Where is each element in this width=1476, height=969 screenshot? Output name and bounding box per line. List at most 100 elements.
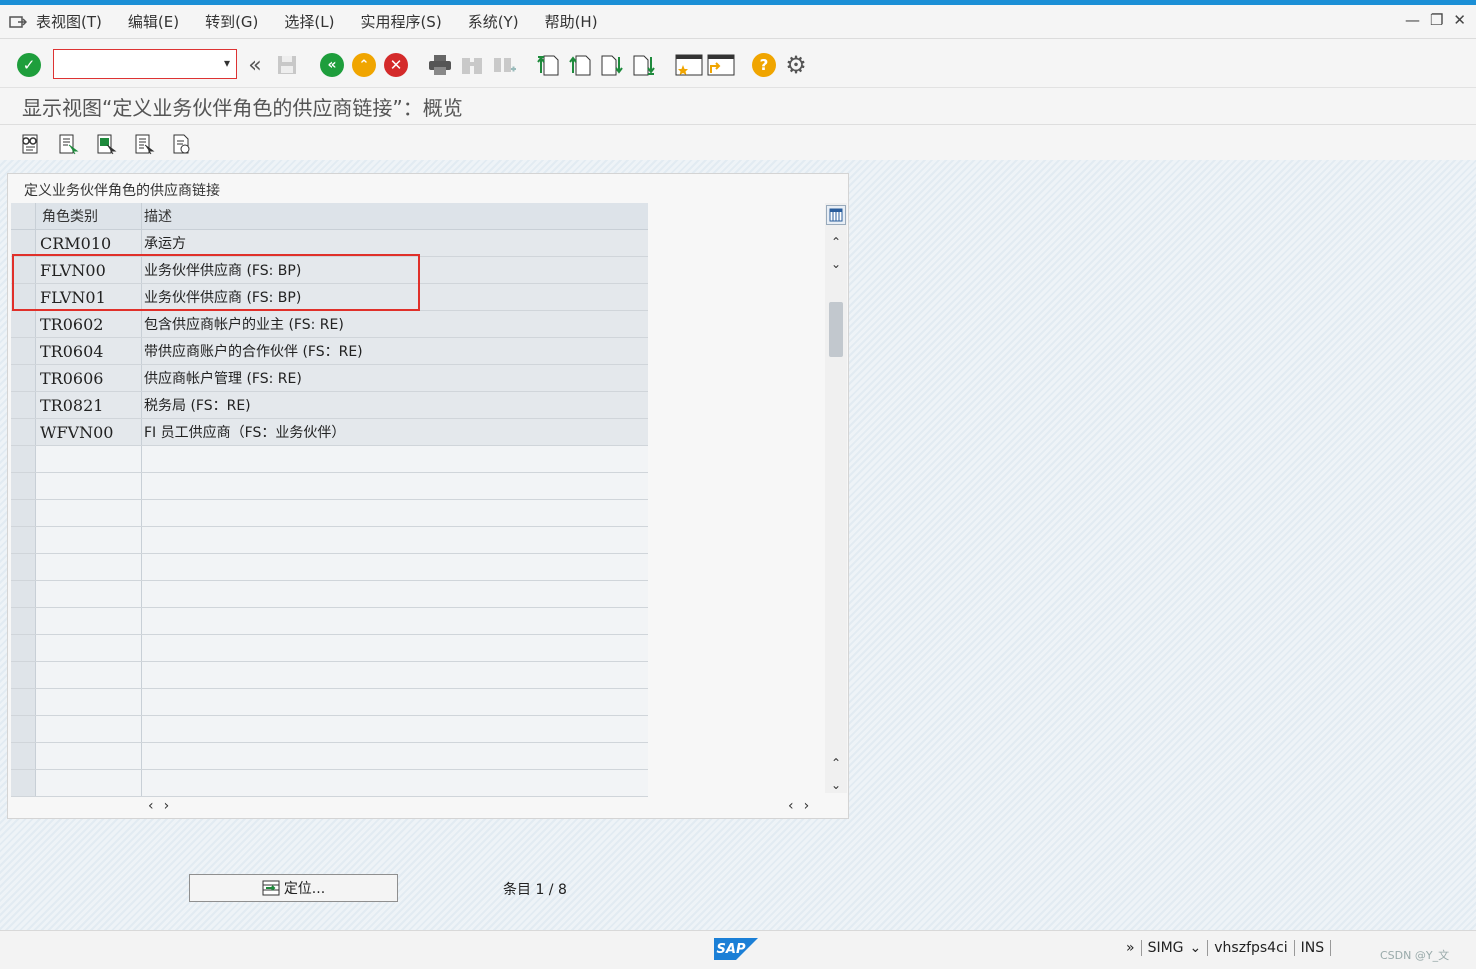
cell-description[interactable]: 承运方 xyxy=(142,230,648,256)
scroll-up-icon[interactable]: ⌃ xyxy=(829,235,843,249)
vertical-scrollbar[interactable]: ⌃ ⌄ ⌃ ⌄ xyxy=(825,203,847,793)
empty-table-row xyxy=(11,662,648,689)
scroll-down-icon[interactable]: ⌄ xyxy=(829,257,843,271)
table-row[interactable]: TR0604 带供应商账户的合作伙伴 (FS：RE) xyxy=(11,338,648,365)
find-button[interactable] xyxy=(459,52,485,78)
scroll-left-icon[interactable]: ‹ xyxy=(148,798,154,814)
close-button[interactable]: ✕ xyxy=(1453,11,1466,29)
scroll-right-icon[interactable]: › xyxy=(804,798,810,814)
menu-toggle-icon[interactable] xyxy=(0,5,36,39)
help-button[interactable]: ? xyxy=(751,52,777,78)
print-list-button[interactable] xyxy=(170,132,194,156)
empty-table-row xyxy=(11,608,648,635)
locate-button[interactable]: 定位... xyxy=(189,874,398,902)
menu-item[interactable]: 实用程序(S) xyxy=(360,11,441,32)
table-row[interactable]: WFVN00 FI 员工供应商（FS：业务伙伴） xyxy=(11,419,648,446)
standard-toolbar: ✓ ▾ « « ⌃ ✕ ? ⚙ xyxy=(0,40,1476,88)
column-header-role-category[interactable]: 角色类别 xyxy=(36,203,142,229)
table-header: 角色类别 描述 xyxy=(11,203,648,230)
scroll-page-up-icon[interactable]: ⌃ xyxy=(829,756,843,770)
cell-role-category[interactable]: TR0606 xyxy=(36,365,142,391)
cell-role-category[interactable]: WFVN00 xyxy=(36,419,142,445)
next-page-button[interactable] xyxy=(599,52,625,78)
cell-role-category[interactable]: FLVN00 xyxy=(36,257,142,283)
cell-description[interactable]: 带供应商账户的合作伙伴 (FS：RE) xyxy=(142,338,648,364)
scroll-left-icon[interactable]: ‹ xyxy=(788,798,794,814)
cell-description[interactable]: 业务伙伴供应商 (FS: BP) xyxy=(142,284,648,310)
menu-bar: 表视图(T) 编辑(E) 转到(G) 选择(L) 实用程序(S) 系统(Y) 帮助(H) —… xyxy=(0,5,1476,39)
print-button[interactable] xyxy=(427,52,453,78)
table-settings-button[interactable] xyxy=(826,205,846,225)
cell-description[interactable]: 税务局 (FS：RE) xyxy=(142,392,648,418)
cell-role-category[interactable]: TR0821 xyxy=(36,392,142,418)
menu-item[interactable]: 系统(Y) xyxy=(468,11,519,32)
row-selector[interactable] xyxy=(11,419,36,445)
exit-button[interactable]: ⌃ xyxy=(351,52,377,78)
table-row[interactable]: CRM010 承运方 xyxy=(11,230,648,257)
select-block-button[interactable] xyxy=(94,132,118,156)
previous-page-button[interactable] xyxy=(567,52,593,78)
cell-role-category[interactable]: TR0602 xyxy=(36,311,142,337)
menu-item[interactable]: 表视图(T) xyxy=(36,11,102,32)
select-all-column-header[interactable] xyxy=(11,203,36,229)
command-field[interactable]: ▾ xyxy=(53,49,237,79)
scroll-right-icon[interactable]: › xyxy=(164,798,170,814)
menu-item[interactable]: 编辑(E) xyxy=(128,11,179,32)
new-session-button[interactable] xyxy=(674,52,704,78)
cell-role-category[interactable]: CRM010 xyxy=(36,230,142,256)
system-name[interactable]: SIMG xyxy=(1148,940,1184,956)
deselect-all-button[interactable] xyxy=(132,132,156,156)
empty-cell xyxy=(142,608,648,634)
cancel-button[interactable]: ✕ xyxy=(383,52,409,78)
shortcut-button[interactable] xyxy=(706,52,736,78)
cell-role-category[interactable]: FLVN01 xyxy=(36,284,142,310)
first-page-button[interactable] xyxy=(535,52,561,78)
select-all-button[interactable] xyxy=(56,132,80,156)
change-display-button[interactable] xyxy=(18,132,42,156)
cell-description[interactable]: 包含供应商帐户的业主 (FS: RE) xyxy=(142,311,648,337)
cell-description[interactable]: 业务伙伴供应商 (FS: BP) xyxy=(142,257,648,283)
row-selector[interactable] xyxy=(11,230,36,256)
row-selector[interactable] xyxy=(11,257,36,283)
last-page-button[interactable] xyxy=(631,52,657,78)
horizontal-scroll-left-table[interactable]: ‹ › xyxy=(148,798,169,814)
cell-description[interactable]: FI 员工供应商（FS：业务伙伴） xyxy=(142,419,648,445)
enter-button[interactable]: ✓ xyxy=(16,52,42,78)
scroll-page-down-icon[interactable]: ⌄ xyxy=(829,778,843,792)
table-row[interactable]: FLVN01 业务伙伴供应商 (FS: BP) xyxy=(11,284,648,311)
empty-cell xyxy=(36,635,142,661)
minimize-button[interactable]: — xyxy=(1405,11,1420,29)
table-row[interactable]: FLVN00 业务伙伴供应商 (FS: BP) xyxy=(11,257,648,284)
status-expand-button[interactable]: » xyxy=(1126,940,1135,956)
row-selector[interactable] xyxy=(11,338,36,364)
scrollbar-thumb[interactable] xyxy=(829,302,843,357)
row-selector[interactable] xyxy=(11,392,36,418)
chevron-down-icon[interactable]: ▾ xyxy=(224,56,230,70)
settings-button[interactable]: ⚙ xyxy=(783,51,809,79)
empty-table-row xyxy=(11,581,648,608)
find-next-button[interactable] xyxy=(491,52,517,78)
horizontal-scroll-right-table[interactable]: ‹ › xyxy=(788,798,809,814)
table-row[interactable]: TR0606 供应商帐户管理 (FS: RE) xyxy=(11,365,648,392)
menu-item[interactable]: 转到(G) xyxy=(205,11,258,32)
back-button[interactable]: « xyxy=(319,52,345,78)
menu-item[interactable]: 帮助(H) xyxy=(545,11,598,32)
cell-description[interactable]: 供应商帐户管理 (FS: RE) xyxy=(142,365,648,391)
save-button[interactable] xyxy=(274,52,300,78)
insert-mode[interactable]: INS xyxy=(1301,940,1325,956)
menu-item[interactable]: 选择(L) xyxy=(284,11,334,32)
command-input[interactable] xyxy=(54,50,214,78)
page-title: 显示视图“定义业务伙伴角色的供应商链接”：概览 xyxy=(22,96,463,120)
chevron-down-icon[interactable]: ⌄ xyxy=(1190,940,1202,956)
row-selector[interactable] xyxy=(11,284,36,310)
row-selector xyxy=(11,716,36,742)
table-row[interactable]: TR0821 税务局 (FS：RE) xyxy=(11,392,648,419)
maximize-button[interactable]: ❐ xyxy=(1430,11,1443,29)
cell-role-category[interactable]: TR0604 xyxy=(36,338,142,364)
row-selector[interactable] xyxy=(11,311,36,337)
row-selector[interactable] xyxy=(11,365,36,391)
table-row[interactable]: TR0602 包含供应商帐户的业主 (FS: RE) xyxy=(11,311,648,338)
collapse-command-button[interactable]: « xyxy=(242,52,268,78)
column-header-description[interactable]: 描述 xyxy=(142,203,648,229)
empty-cell xyxy=(36,473,142,499)
